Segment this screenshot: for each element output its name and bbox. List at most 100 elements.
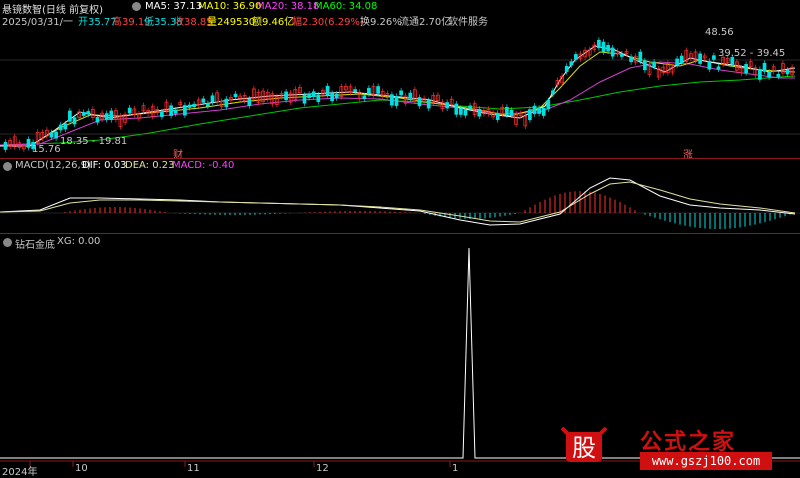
- low-price-label: 15.76: [32, 144, 61, 155]
- candle-body: [302, 94, 307, 104]
- candle-body: [408, 92, 413, 99]
- candle-body: [564, 66, 569, 72]
- candle-body: [426, 100, 431, 109]
- candle-body: [509, 109, 514, 116]
- candle-body: [762, 62, 767, 72]
- macd-dif-label: DIF: 0.03: [82, 160, 127, 171]
- candle-body: [707, 60, 712, 70]
- candle-body: [744, 64, 748, 74]
- candle-body: [330, 93, 334, 102]
- candle-body: [505, 106, 509, 116]
- left-range-label: 18.35 - 19.81: [60, 136, 128, 147]
- candle-body: [224, 98, 229, 108]
- candle-body: [201, 98, 206, 103]
- candle-body: [325, 85, 330, 96]
- candle-body: [160, 111, 164, 117]
- candle-body: [109, 110, 114, 121]
- candle-body: [643, 60, 647, 71]
- candle-body: [390, 94, 394, 106]
- xg-title: 钻石金底: [15, 240, 55, 251]
- candle-body: [528, 109, 532, 121]
- macd-bars-group: [64, 191, 791, 229]
- peak-price-label: 48.56: [705, 27, 734, 38]
- candle-body: [574, 54, 578, 60]
- candle-body: [569, 61, 574, 66]
- candle-body: [58, 124, 63, 131]
- candle-body: [445, 102, 449, 109]
- kline-chart[interactable]: [0, 0, 800, 475]
- candle-body: [712, 55, 716, 60]
- candle-body: [86, 111, 91, 115]
- axis-label-2024: 2024年: [2, 467, 38, 478]
- candle-body: [173, 109, 178, 114]
- candle-body: [63, 123, 68, 130]
- candle-body: [104, 113, 109, 120]
- candle-body: [495, 112, 500, 120]
- candle-body: [334, 93, 339, 99]
- candle-body: [210, 95, 215, 103]
- candle-body: [362, 95, 367, 100]
- candle-body: [311, 91, 316, 97]
- candle-body: [675, 58, 679, 66]
- candle-body: [459, 108, 463, 115]
- ma60-line: [0, 75, 796, 146]
- candle-body: [652, 61, 656, 68]
- candle-body: [758, 68, 762, 80]
- candle-body: [49, 132, 54, 138]
- panel-separator-1: [0, 158, 800, 159]
- candle-body: [233, 93, 238, 98]
- candle-body: [454, 103, 459, 115]
- candle-body: [601, 41, 606, 53]
- panel-separator-2: [0, 233, 800, 234]
- candle-body: [698, 53, 702, 64]
- candle-body: [3, 142, 8, 150]
- candle-body: [95, 116, 100, 123]
- candle-body: [537, 107, 541, 114]
- candle-body: [187, 104, 192, 108]
- macd-value-label: MACD: -0.40: [172, 160, 235, 171]
- candle-body: [620, 53, 624, 57]
- xg-value-label: XG: 0.00: [57, 236, 101, 247]
- candle-body: [551, 90, 555, 95]
- candle-body: [716, 66, 721, 70]
- watermark-url: www.gszj100.com: [640, 452, 772, 470]
- macd-title: MACD(12,26,9): [15, 160, 91, 171]
- candle-body: [183, 105, 187, 116]
- candle-body: [606, 45, 610, 52]
- candle-body: [316, 94, 321, 102]
- candle-body: [785, 69, 790, 75]
- candle-body: [638, 51, 643, 62]
- candle-body: [468, 105, 472, 109]
- candle-body: [610, 47, 615, 57]
- candle-body: [26, 138, 31, 148]
- candle-body: [546, 100, 551, 110]
- candle-body: [399, 90, 403, 96]
- xg-toggle-icon[interactable]: [3, 238, 12, 247]
- candle-body: [54, 131, 58, 139]
- candle-body: [127, 107, 132, 114]
- candle-body: [247, 98, 252, 107]
- candle-body: [81, 112, 86, 116]
- svg-text:股: 股: [572, 434, 596, 462]
- axis-label-10: 10: [75, 463, 88, 474]
- candle-body: [679, 55, 684, 64]
- right-range-label: 39.52 - 39.45: [718, 48, 786, 59]
- axis-label-11: 11: [187, 463, 200, 474]
- candle-body: [629, 56, 633, 63]
- macd-dif-line: [0, 177, 796, 226]
- candle-body: [367, 87, 371, 95]
- candle-body: [394, 95, 399, 106]
- candle-body: [72, 117, 77, 125]
- candle-body: [776, 74, 781, 77]
- candle-body: [532, 105, 537, 114]
- watermark-logo-icon: 股: [558, 424, 610, 464]
- macd-dea-label: DEA: 0.23: [125, 160, 175, 171]
- macd-toggle-icon[interactable]: [3, 162, 12, 171]
- macd-dea-line: [0, 181, 796, 223]
- candle-body: [353, 89, 357, 93]
- candle-body: [68, 110, 72, 122]
- candle-body: [169, 105, 173, 116]
- axis-label-1: 1: [452, 463, 459, 474]
- candle-body: [307, 93, 311, 98]
- candle-body: [376, 86, 380, 94]
